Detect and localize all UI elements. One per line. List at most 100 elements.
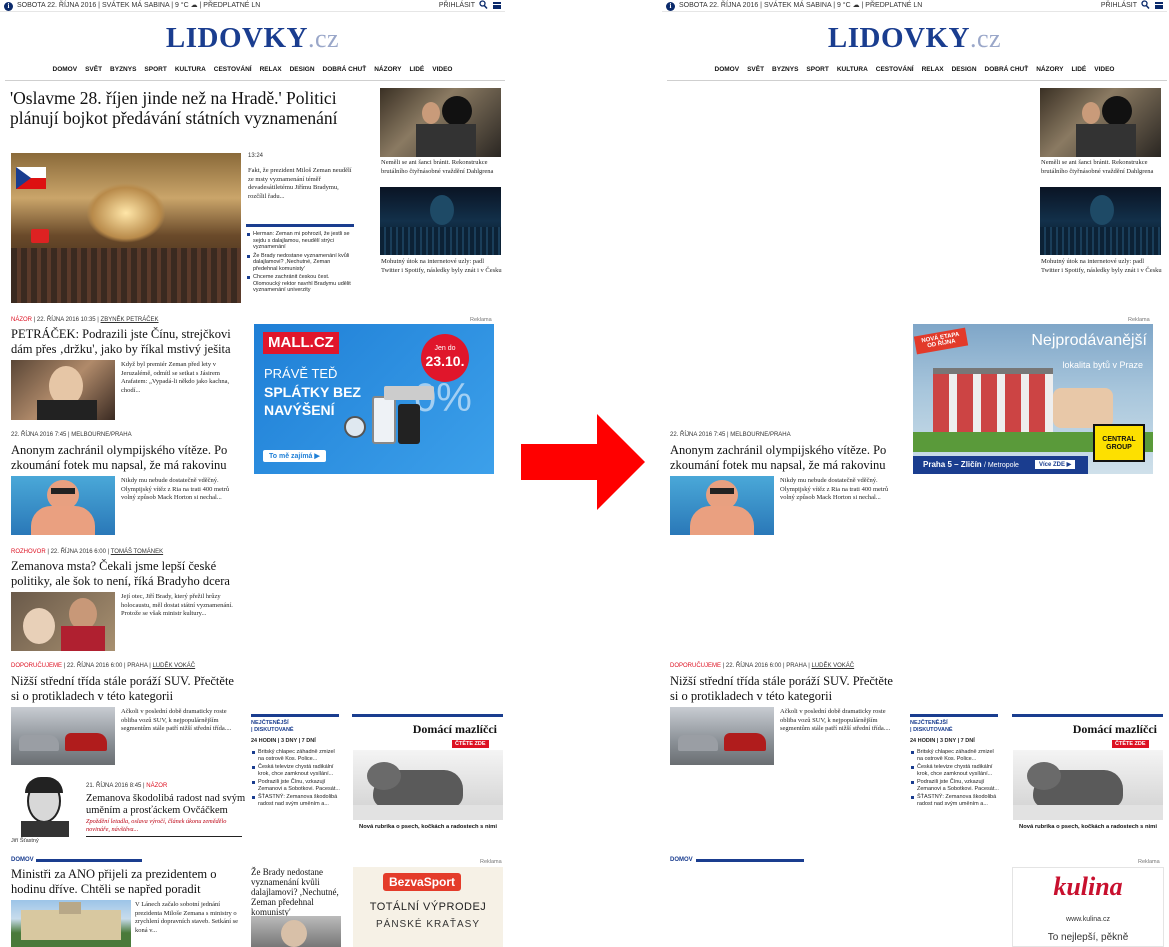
list-item[interactable]: Podrazili jste Čínu, vzkazují Zemanovi a… (911, 779, 999, 792)
menu-icon[interactable] (493, 2, 501, 9)
domov-headline[interactable]: Ministři za ANO přijeli za prezidentem o… (11, 867, 243, 897)
pets-photo[interactable] (1013, 750, 1163, 820)
central-ad-location: Praha 5 – Zličín (923, 460, 982, 469)
most-read-divider (910, 714, 998, 717)
list-item[interactable]: ŠŤASTNÝ: Zemanova škodolibá radost nad s… (911, 794, 999, 807)
kulina-line1: To nejlepší, pěkně (1047, 932, 1129, 943)
stastny-headline[interactable]: Zemanova škodolibá radost nad svým umění… (86, 793, 246, 817)
list-item[interactable]: Britský chlapec záhadně zmizel na ostrov… (252, 749, 340, 762)
bezvasport-ad[interactable]: BezvaSport TOTÁLNÍ VÝPRODEJ PÁNSKÉ KRAŤA… (353, 867, 503, 947)
lead-photo[interactable] (11, 153, 241, 303)
nav-svet[interactable]: SVĚT (747, 66, 764, 73)
nav-domov[interactable]: DOMOV (715, 66, 740, 73)
nav-video[interactable]: VIDEO (1094, 66, 1114, 73)
suv-photo[interactable] (670, 707, 774, 765)
list-item[interactable]: Herman: Zeman mi pohrozil, že jestli se … (247, 231, 355, 251)
list-item[interactable]: Podrazili jste Čínu, vzkazují Zemanovi a… (252, 779, 340, 792)
suv-headline[interactable]: Nižší střední třída stále poráží SUV. Př… (11, 674, 243, 704)
nav-lide[interactable]: LIDÉ (1071, 66, 1086, 73)
nav-svet[interactable]: SVĚT (85, 66, 102, 73)
side-text-2[interactable]: Mohutný útok na internetové uzly: padl T… (381, 258, 503, 275)
nav-design[interactable]: DESIGN (290, 66, 315, 73)
olymp-photo[interactable] (670, 476, 774, 535)
nav-domov[interactable]: DOMOV (53, 66, 78, 73)
brady-meta: ROZHOVOR | 22. ŘÍJNA 2016 6:00 | TOMÁŠ T… (11, 549, 164, 555)
side-text-1[interactable]: Neměli se ani šanci bránit. Rekonstrukce… (1041, 159, 1163, 176)
nav-sport[interactable]: SPORT (806, 66, 828, 73)
olymp-headline[interactable]: Anonym zachránil olympijského vítěze. Po… (670, 443, 902, 473)
nav-relax[interactable]: RELAX (260, 66, 282, 73)
nav-dobra-chut[interactable]: DOBRÁ CHUŤ (985, 66, 1029, 73)
pets-photo[interactable] (353, 750, 503, 820)
brady-photo[interactable] (11, 592, 115, 651)
mall-ad-cta[interactable]: To mě zajímá ▶ (263, 450, 326, 462)
main-nav: DOMOV SVĚT BYZNYS SPORT KULTURA CESTOVÁNÍ RELA… (0, 66, 505, 73)
central-ad-cta[interactable]: Více ZDE ▶ (1035, 460, 1076, 469)
search-icon[interactable] (1141, 0, 1150, 15)
most-read-tabs[interactable]: 24 HODIN | 3 DNY | 7 DNÍ (251, 738, 316, 745)
nav-video[interactable]: VIDEO (432, 66, 452, 73)
nav-kultura[interactable]: KULTURA (175, 66, 206, 73)
lead-headline[interactable]: 'Oslavme 28. říjen jinde než na Hradě.' … (10, 88, 365, 128)
ad-label: Reklama (480, 859, 502, 865)
side-photo-2[interactable] (1040, 187, 1161, 255)
suv-headline[interactable]: Nižší střední třída stále poráží SUV. Př… (670, 674, 902, 704)
side-photo-1[interactable] (380, 88, 501, 157)
suv-photo[interactable] (11, 707, 115, 765)
list-item[interactable]: Česká televize chystá radikální krok, ch… (911, 764, 999, 777)
pets-title[interactable]: Domácí mazlíčci (1012, 722, 1157, 737)
mall-ad-badge: Jen do 23.10. (421, 334, 469, 382)
menu-icon[interactable] (1155, 2, 1163, 9)
nav-lide[interactable]: LIDÉ (409, 66, 424, 73)
info-icon[interactable]: i (666, 2, 675, 11)
suv-perex: Ačkoli v poslední době dramaticky roste … (121, 708, 232, 732)
olymp-photo[interactable] (11, 476, 115, 535)
list-item[interactable]: Česká televize chystá radikální krok, ch… (252, 764, 340, 777)
olymp-headline[interactable]: Anonym zachránil olympijského vítěze. Po… (11, 443, 243, 473)
search-icon[interactable] (479, 0, 488, 15)
most-read-list: Britský chlapec záhadně zmizel na ostrov… (911, 749, 999, 809)
domov-tag[interactable]: DOMOV (670, 857, 693, 863)
nav-nazory[interactable]: NÁZORY (374, 66, 401, 73)
side-photo-2[interactable] (380, 187, 501, 255)
stastny-photo[interactable] (11, 777, 81, 837)
list-item[interactable]: Chceme zachránit českou čest. Olomoucký … (247, 274, 355, 294)
domov-photo[interactable] (11, 900, 131, 947)
side-text-2[interactable]: Mohutný útok na internetové uzly: padl T… (1041, 258, 1163, 275)
list-item[interactable]: Britský chlapec záhadně zmizel na ostrov… (911, 749, 999, 762)
brady-headline[interactable]: Zemanova msta? Čekali jsme lepší české p… (11, 559, 243, 589)
domov-side-link[interactable]: Že Brady nedostane vyznamenání kvůli dal… (251, 867, 343, 917)
nav-relax[interactable]: RELAX (922, 66, 944, 73)
pets-cta[interactable]: ČTĚTE ZDE (452, 740, 489, 748)
central-group-ad[interactable]: NOVÁ ETAPA OD ŘÍJNA Nejprodávanější loka… (913, 324, 1153, 474)
login-link[interactable]: PŘIHLÁSIT (1101, 0, 1137, 12)
info-icon[interactable]: i (4, 2, 13, 11)
nav-byznys[interactable]: BYZNYS (110, 66, 136, 73)
kulina-ad[interactable]: kulina www.kulina.cz To nejlepší, pěkně (1012, 867, 1164, 947)
nav-cestovani[interactable]: CESTOVÁNÍ (214, 66, 252, 73)
site-logo[interactable]: LIDOVKY.cz (0, 18, 505, 59)
petracek-photo[interactable] (11, 360, 115, 420)
nav-byznys[interactable]: BYZNYS (772, 66, 798, 73)
nav-design[interactable]: DESIGN (952, 66, 977, 73)
mall-ad[interactable]: MALL.CZ Jen do 23.10. PRÁVĚ TEĎ SPLÁTKY B… (254, 324, 494, 474)
list-item[interactable]: ŠŤASTNÝ: Zemanova škodolibá radost nad s… (252, 794, 340, 807)
list-item[interactable]: Že Brady nedostane vyznamenání kvůli dal… (247, 253, 355, 273)
nav-nazory[interactable]: NÁZORY (1036, 66, 1063, 73)
nav-kultura[interactable]: KULTURA (837, 66, 868, 73)
mall-ad-line3: NAVÝŠENÍ (264, 402, 335, 418)
site-logo[interactable]: LIDOVKY.cz (662, 18, 1167, 59)
side-photo-1[interactable] (1040, 88, 1161, 157)
pets-cta[interactable]: ČTĚTE ZDE (1112, 740, 1149, 748)
domov-tag[interactable]: DOMOV (11, 857, 34, 863)
nav-cestovani[interactable]: CESTOVÁNÍ (876, 66, 914, 73)
nav-dobra-chut[interactable]: DOBRÁ CHUŤ (323, 66, 367, 73)
domov-side-photo[interactable] (251, 916, 341, 947)
suv-perex: Ačkoli v poslední době dramaticky roste … (780, 708, 891, 732)
petracek-headline[interactable]: PETRÁČEK: Podrazili jste Čínu, strejčkov… (11, 327, 243, 357)
login-link[interactable]: PŘIHLÁSIT (439, 0, 475, 12)
most-read-tabs[interactable]: 24 HODIN | 3 DNY | 7 DNÍ (910, 738, 975, 745)
nav-sport[interactable]: SPORT (144, 66, 166, 73)
side-text-1[interactable]: Neměli se ani šanci bránit. Rekonstrukce… (381, 159, 503, 176)
pets-title[interactable]: Domácí mazlíčci (352, 722, 497, 737)
